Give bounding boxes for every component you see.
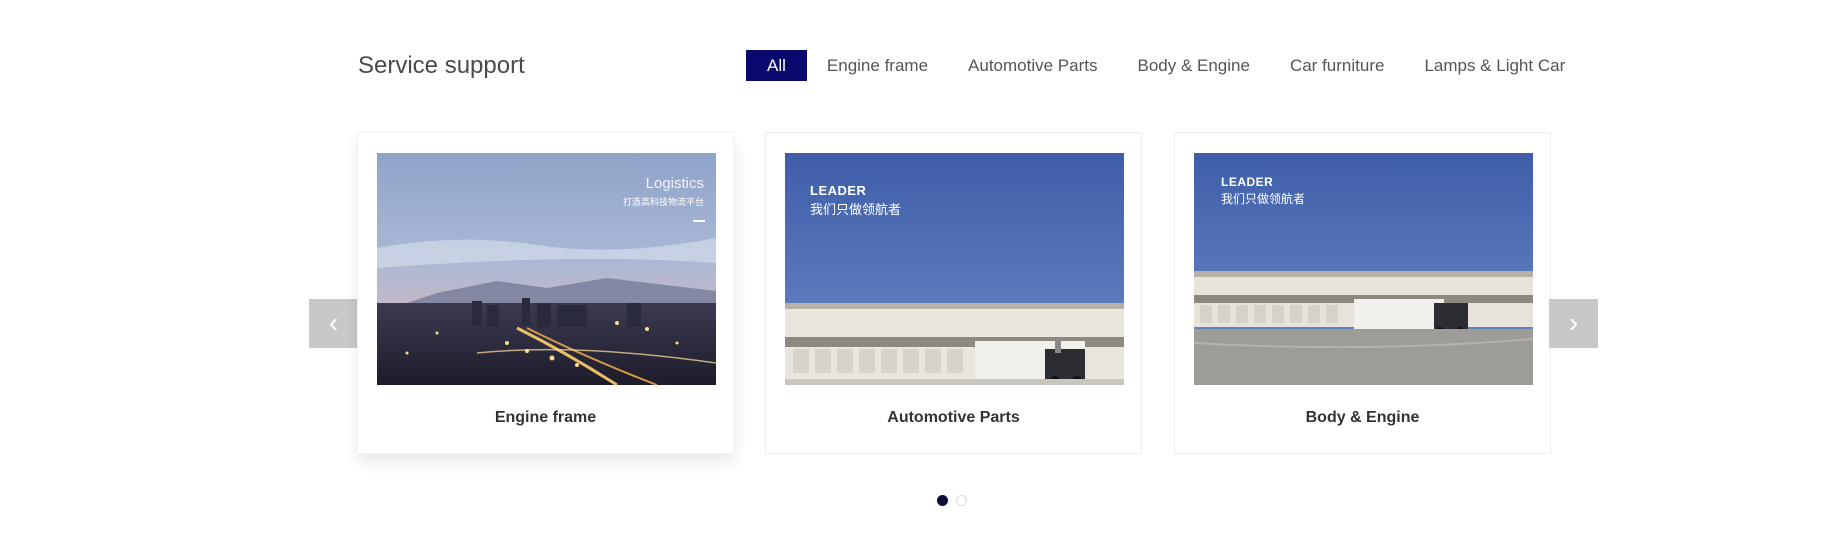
category-tabs: All Engine frame Automotive Parts Body &… bbox=[746, 50, 1585, 81]
pagination-dot[interactable] bbox=[956, 495, 967, 506]
card-caption: Body & Engine bbox=[1305, 409, 1420, 426]
chevron-right-icon: › bbox=[1568, 307, 1579, 338]
carousel-next-button[interactable]: › bbox=[1549, 299, 1598, 348]
tab-all[interactable]: All bbox=[746, 50, 807, 81]
image-subtitle: 我们只做领航者 bbox=[810, 202, 902, 217]
carousel-pagination bbox=[937, 495, 967, 506]
card-image-city: Logistics 打造高科技物流平台 bbox=[377, 153, 716, 385]
card-caption: Automotive Parts bbox=[887, 409, 1020, 426]
card-image-warehouse-wide: LEADER 我们只做领航者 bbox=[1194, 153, 1533, 385]
tab-body-engine[interactable]: Body & Engine bbox=[1117, 50, 1269, 81]
tab-engine-frame[interactable]: Engine frame bbox=[807, 50, 948, 81]
product-card[interactable]: Logistics 打造高科技物流平台 Engine frame bbox=[357, 132, 734, 454]
chevron-left-icon: ‹ bbox=[328, 307, 339, 338]
card-caption: Engine frame bbox=[494, 409, 597, 426]
image-title: LEADER bbox=[810, 183, 867, 198]
product-card[interactable]: LEADER 我们只做领航者 Automotive Parts bbox=[765, 132, 1142, 454]
image-subtitle: 打造高科技物流平台 bbox=[622, 197, 704, 207]
image-subtitle: 我们只做领航者 bbox=[1221, 192, 1306, 206]
tab-lamps-light-car[interactable]: Lamps & Light Car bbox=[1404, 50, 1585, 81]
carousel-prev-button[interactable]: ‹ bbox=[309, 299, 358, 348]
image-title: Logistics bbox=[645, 175, 704, 192]
tab-automotive-parts[interactable]: Automotive Parts bbox=[948, 50, 1117, 81]
section-title: Service support bbox=[358, 52, 525, 79]
card-image-warehouse: LEADER 我们只做领航者 bbox=[785, 153, 1124, 385]
pagination-dot[interactable] bbox=[937, 495, 948, 506]
image-title: LEADER bbox=[1221, 175, 1274, 189]
tab-car-furniture[interactable]: Car furniture bbox=[1270, 50, 1404, 81]
product-card[interactable]: LEADER 我们只做领航者 Body & Engine bbox=[1174, 132, 1551, 454]
